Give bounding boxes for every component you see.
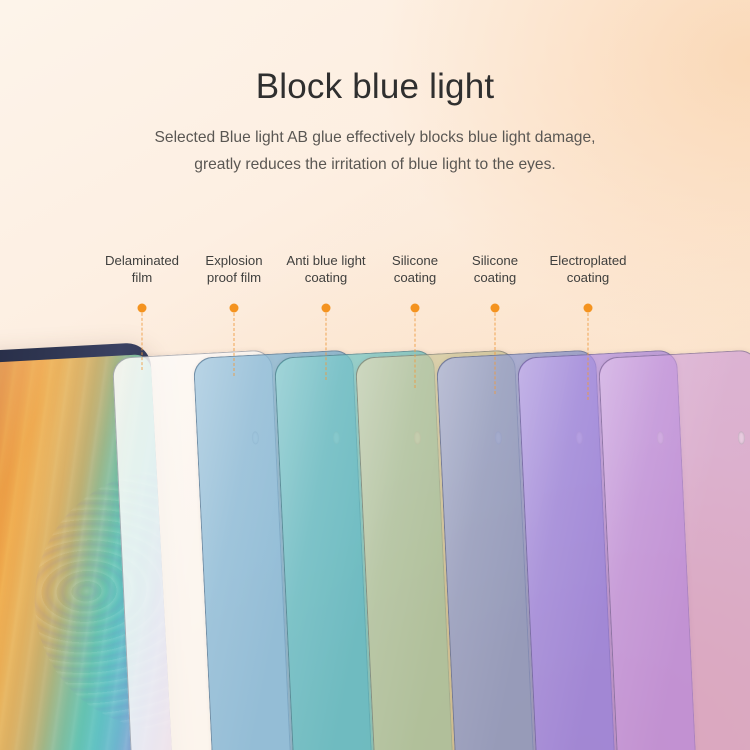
leader-dot-6 [583, 303, 593, 313]
subtitle-line-2: greatly reduces the irritation of blue l… [194, 155, 556, 173]
callout-text-2: Explosion proof film [205, 253, 262, 287]
leader-dot-2 [229, 303, 239, 313]
leader-dot-4 [410, 303, 420, 313]
layer-sheen [599, 350, 750, 750]
infographic-canvas: 08:08 Block blue light Selected Blue lig… [0, 0, 750, 750]
callout-line-1: Silicone [471, 253, 519, 268]
callout-4[interactable]: Silicone coating [392, 253, 438, 287]
callout-line-2: proof film [206, 269, 262, 285]
leader-dot-5 [490, 303, 500, 313]
callout-line-2: coating [393, 269, 437, 285]
callout-text-3: Anti blue light coating [286, 253, 365, 287]
callout-text-4: Silicone coating [392, 253, 438, 287]
film-layer-outer-coating [598, 349, 750, 750]
callout-line-2: coating [566, 269, 610, 285]
leader-dot-3 [321, 303, 331, 313]
callout-line-1: Explosion [205, 253, 263, 268]
subtitle-line-1: Selected Blue light AB glue effectively … [154, 129, 596, 146]
page-title: Block blue light [255, 67, 495, 106]
callout-line-2: coating [304, 269, 348, 285]
leader-dot-1 [137, 303, 147, 313]
callout-line-1: Silicone [391, 253, 439, 268]
callout-line-1: Delaminated [104, 253, 180, 268]
callout-text-5: Silicone coating [472, 253, 518, 287]
callout-line-1: Electroplated [549, 253, 627, 268]
header-block: Block blue light Selected Blue light AB … [0, 0, 750, 179]
callout-line-2: film [131, 269, 153, 285]
callout-2[interactable]: Explosion proof film [205, 253, 262, 287]
callout-6[interactable]: Electroplated coating [550, 253, 627, 287]
callout-text-6: Electroplated coating [550, 253, 627, 287]
callout-text-1: Delaminated film [105, 253, 179, 287]
callout-5[interactable]: Silicone coating [472, 253, 518, 287]
callout-line-2: coating [473, 269, 517, 285]
callout-3[interactable]: Anti blue light coating [286, 253, 365, 287]
page-subtitle: Selected Blue light AB glue effectively … [0, 108, 750, 179]
callout-1[interactable]: Delaminated film [105, 253, 179, 287]
callout-line-1: Anti blue light [286, 253, 366, 268]
